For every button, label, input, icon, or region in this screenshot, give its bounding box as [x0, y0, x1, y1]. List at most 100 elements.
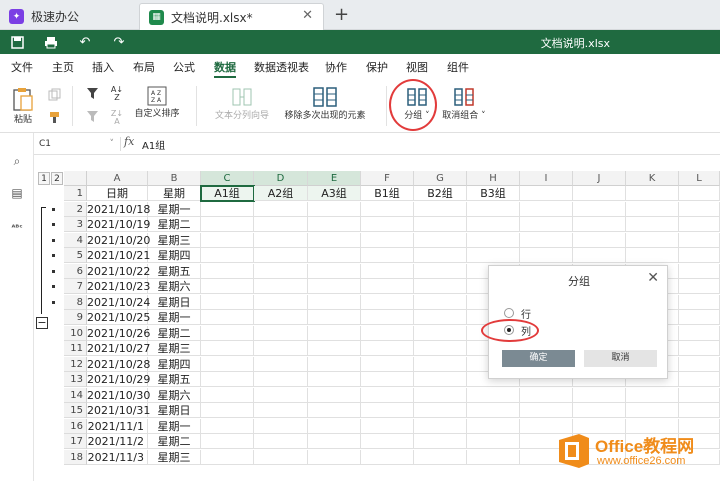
empty-cell[interactable] — [626, 186, 679, 201]
empty-cell[interactable] — [254, 263, 308, 279]
weekday-cell[interactable]: 星期六 — [148, 387, 201, 403]
ok-button[interactable]: 确定 — [502, 350, 575, 367]
empty-cell[interactable] — [414, 356, 467, 372]
weekday-cell[interactable]: 星期一 — [148, 201, 201, 217]
empty-cell[interactable] — [414, 434, 467, 449]
empty-cell[interactable] — [361, 201, 414, 217]
row-header[interactable]: 16 — [64, 418, 87, 434]
empty-cell[interactable] — [679, 186, 720, 201]
weekday-cell[interactable]: 星期三 — [148, 341, 201, 356]
name-box[interactable]: C1 ˅ — [36, 136, 118, 152]
empty-cell[interactable] — [254, 248, 308, 263]
empty-cell[interactable] — [201, 279, 254, 294]
empty-cell[interactable] — [254, 434, 308, 449]
menu-insert[interactable]: 插入 — [92, 59, 114, 75]
empty-cell[interactable] — [414, 217, 467, 232]
column-header-C[interactable]: C — [201, 171, 254, 186]
redo-icon[interactable]: ↷ — [111, 34, 127, 50]
weekday-cell[interactable]: 星期一 — [148, 418, 201, 434]
empty-cell[interactable] — [573, 217, 626, 232]
header-cell[interactable]: B2组 — [414, 186, 467, 201]
empty-cell[interactable] — [361, 279, 414, 294]
empty-cell[interactable] — [201, 263, 254, 279]
empty-cell[interactable] — [254, 217, 308, 232]
empty-cell[interactable] — [520, 403, 573, 418]
undo-icon[interactable]: ↶ — [77, 34, 93, 50]
empty-cell[interactable] — [361, 418, 414, 434]
empty-cell[interactable] — [467, 201, 520, 217]
empty-cell[interactable] — [308, 403, 361, 418]
empty-cell[interactable] — [467, 434, 520, 449]
empty-cell[interactable] — [254, 279, 308, 294]
sort-descending-icon[interactable]: Z↓ A — [108, 110, 126, 126]
row-header[interactable]: 1 — [64, 186, 87, 201]
column-header-G[interactable]: G — [414, 171, 467, 186]
empty-cell[interactable] — [414, 279, 467, 294]
empty-cell[interactable] — [308, 201, 361, 217]
empty-cell[interactable] — [573, 387, 626, 403]
weekday-cell[interactable]: 星期三 — [148, 232, 201, 248]
column-header-D[interactable]: D — [254, 171, 308, 186]
empty-cell[interactable] — [626, 387, 679, 403]
empty-cell[interactable] — [573, 201, 626, 217]
date-cell[interactable]: 2021/11/3 — [87, 449, 148, 465]
empty-cell[interactable] — [573, 186, 626, 201]
cancel-button[interactable]: 取消 — [584, 350, 657, 367]
clear-filter-icon[interactable] — [84, 110, 100, 126]
weekday-cell[interactable]: 星期二 — [148, 325, 201, 341]
empty-cell[interactable] — [679, 387, 720, 403]
empty-cell[interactable] — [626, 217, 679, 232]
collapse-group-button[interactable]: − — [36, 317, 48, 329]
date-cell[interactable]: 2021/11/1 — [87, 418, 148, 434]
weekday-cell[interactable]: 星期三 — [148, 449, 201, 465]
row-header[interactable]: 3 — [64, 217, 87, 232]
date-cell[interactable]: 2021/10/27 — [87, 341, 150, 356]
empty-cell[interactable] — [201, 310, 254, 325]
date-cell[interactable]: 2021/10/22 — [87, 263, 150, 279]
empty-cell[interactable] — [520, 232, 573, 248]
empty-cell[interactable] — [414, 325, 467, 341]
empty-cell[interactable] — [308, 263, 361, 279]
empty-cell[interactable] — [308, 449, 361, 465]
header-cell[interactable]: A2组 — [254, 186, 308, 201]
empty-cell[interactable] — [201, 403, 254, 418]
row-header[interactable]: 9 — [64, 310, 87, 325]
empty-cell[interactable] — [679, 372, 720, 387]
row-header[interactable]: 18 — [64, 449, 87, 465]
empty-cell[interactable] — [254, 387, 308, 403]
empty-cell[interactable] — [361, 341, 414, 356]
empty-cell[interactable] — [361, 434, 414, 449]
empty-cell[interactable] — [361, 310, 414, 325]
empty-cell[interactable] — [467, 217, 520, 232]
row-header[interactable]: 5 — [64, 248, 87, 263]
column-header-F[interactable]: F — [361, 171, 414, 186]
outline-level-2-button[interactable]: 2 — [51, 172, 63, 185]
menu-layout[interactable]: 布局 — [133, 59, 155, 75]
empty-cell[interactable] — [626, 403, 679, 418]
empty-cell[interactable] — [254, 294, 308, 310]
empty-cell[interactable] — [361, 387, 414, 403]
fx-icon[interactable]: fx — [124, 135, 134, 148]
empty-cell[interactable] — [414, 294, 467, 310]
header-cell[interactable]: 星期 — [148, 186, 201, 201]
date-cell[interactable]: 2021/11/2 — [87, 434, 148, 449]
row-header[interactable]: 7 — [64, 279, 87, 294]
header-cell[interactable]: B3组 — [467, 186, 520, 201]
search-icon[interactable]: ⌕ — [9, 153, 25, 169]
empty-cell[interactable] — [414, 403, 467, 418]
empty-cell[interactable] — [414, 341, 467, 356]
empty-cell[interactable] — [308, 372, 361, 387]
formula-input[interactable]: A1组 — [142, 137, 165, 152]
row-header[interactable]: 17 — [64, 434, 87, 449]
empty-cell[interactable] — [308, 341, 361, 356]
empty-cell[interactable] — [679, 217, 720, 232]
outline-level-1-button[interactable]: 1 — [38, 172, 50, 185]
weekday-cell[interactable]: 星期日 — [148, 294, 201, 310]
radio-rows[interactable] — [504, 308, 514, 318]
empty-cell[interactable] — [414, 310, 467, 325]
format-painter-icon[interactable] — [46, 111, 62, 127]
empty-cell[interactable] — [679, 263, 720, 279]
weekday-cell[interactable]: 星期二 — [148, 434, 201, 449]
save-icon[interactable] — [9, 34, 25, 50]
empty-cell[interactable] — [414, 387, 467, 403]
